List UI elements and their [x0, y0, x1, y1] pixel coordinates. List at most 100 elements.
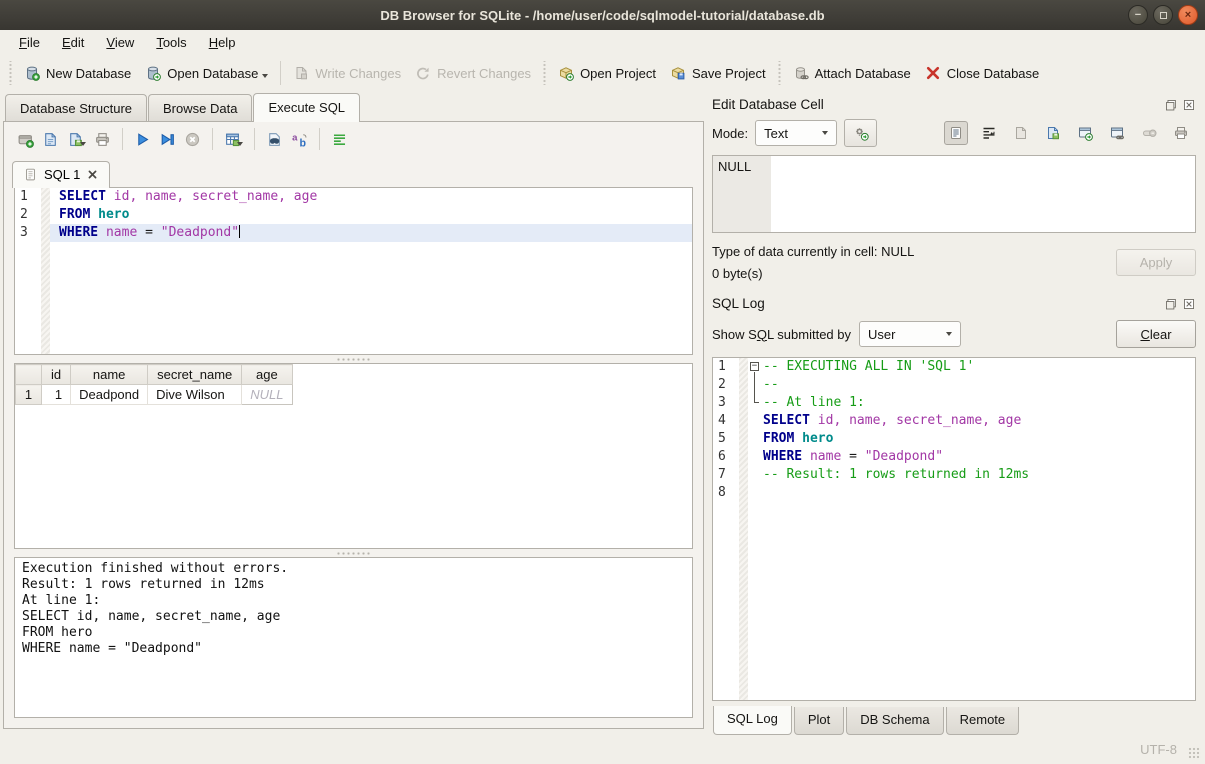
log-line[interactable]: 3-- At line 1:: [713, 394, 1195, 412]
open-external-button[interactable]: [1074, 122, 1096, 144]
float-panel-icon[interactable]: [1164, 297, 1178, 311]
toolbar-handle[interactable]: [777, 61, 782, 85]
fold-marker: [748, 412, 763, 430]
word-wrap-button[interactable]: [978, 122, 1000, 144]
table-cell[interactable]: Dive Wilson: [148, 385, 242, 405]
line-number: 1: [713, 358, 739, 376]
editor-line[interactable]: 3WHERE name = "Deadpond": [15, 224, 692, 242]
line-number: 4: [713, 412, 739, 430]
editor-results-splitter[interactable]: [4, 355, 703, 363]
cell-edit-area[interactable]: [771, 156, 1195, 232]
dropdown-caret-icon[interactable]: [80, 142, 86, 146]
attach-database-button[interactable]: Attach Database: [786, 60, 918, 86]
log-filter-label: Show SQL submitted by: [712, 327, 851, 342]
menu-edit[interactable]: Edit: [51, 32, 95, 53]
dropdown-caret-icon[interactable]: [237, 142, 243, 146]
menu-view[interactable]: View: [95, 32, 145, 53]
text-mode-button[interactable]: [944, 121, 968, 145]
corner-header[interactable]: [16, 365, 42, 385]
sql-log-dock-header: SQL Log: [711, 290, 1197, 316]
column-header-name[interactable]: name: [71, 365, 148, 385]
column-header-age[interactable]: age: [242, 365, 292, 385]
combobox-arrow-icon: [822, 131, 828, 135]
log-line[interactable]: 1−-- EXECUTING ALL IN 'SQL 1': [713, 358, 1195, 376]
line-number: 5: [713, 430, 739, 448]
maximize-button[interactable]: [1153, 5, 1173, 25]
table-cell[interactable]: Deadpond: [71, 385, 148, 405]
log-line[interactable]: 6WHERE name = "Deadpond": [713, 448, 1195, 466]
copy-link-button[interactable]: [1106, 122, 1128, 144]
dropdown-caret-icon[interactable]: [262, 74, 268, 78]
log-line[interactable]: 5FROM hero: [713, 430, 1195, 448]
close-button[interactable]: ×: [1178, 5, 1198, 25]
sql-editor[interactable]: 1SELECT id, name, secret_name, age2FROM …: [14, 187, 693, 355]
log-line[interactable]: 8: [713, 484, 1195, 502]
resize-grip-icon[interactable]: [1188, 747, 1201, 760]
line-number: 7: [713, 466, 739, 484]
save-sql-file-button[interactable]: [64, 128, 89, 151]
db-browser-window: DB Browser for SQLite - /home/user/code/…: [0, 0, 1205, 764]
new-sql-tab-button[interactable]: [14, 128, 37, 151]
fold-marker-start[interactable]: −: [748, 358, 763, 376]
print-cell-button[interactable]: [1170, 122, 1192, 144]
bottom-tab-plot[interactable]: Plot: [794, 707, 844, 735]
menu-help[interactable]: Help: [198, 32, 247, 53]
line-number: 3: [713, 394, 739, 412]
export-results-button[interactable]: [221, 128, 246, 151]
column-header-secret-name[interactable]: secret_name: [148, 365, 242, 385]
close-database-button[interactable]: Close Database: [918, 60, 1047, 86]
toolbar-handle[interactable]: [8, 61, 13, 85]
sql-tab[interactable]: SQL 1: [12, 161, 110, 188]
main-area: Database StructureBrowse DataExecute SQL…: [0, 91, 1205, 735]
replace-button[interactable]: ab: [288, 128, 311, 151]
column-header-id[interactable]: id: [42, 365, 71, 385]
save-project-button[interactable]: Save Project: [663, 60, 773, 86]
new-database-button[interactable]: New Database: [17, 60, 138, 86]
minimize-button[interactable]: −: [1128, 5, 1148, 25]
close-database-icon: [925, 65, 941, 81]
log-line[interactable]: 4SELECT id, name, secret_name, age: [713, 412, 1195, 430]
titlebar[interactable]: DB Browser for SQLite - /home/user/code/…: [0, 0, 1205, 30]
table-cell[interactable]: 1: [42, 385, 71, 405]
bottom-tab-db-schema[interactable]: DB Schema: [846, 707, 943, 735]
tab-browse-data[interactable]: Browse Data: [148, 94, 252, 121]
print-button[interactable]: [91, 128, 114, 151]
open-database-button[interactable]: Open Database: [138, 60, 275, 86]
svg-text:b: b: [300, 137, 307, 148]
menu-tools[interactable]: Tools: [145, 32, 197, 53]
mode-combobox[interactable]: Text: [755, 120, 837, 146]
log-line[interactable]: 7-- Result: 1 rows returned in 12ms: [713, 466, 1195, 484]
find-button[interactable]: [263, 128, 286, 151]
apply-format-button[interactable]: [844, 119, 877, 147]
editor-line[interactable]: 2FROM hero: [15, 206, 692, 224]
close-panel-icon[interactable]: [1182, 297, 1196, 311]
execute-all-button[interactable]: [131, 128, 154, 151]
row-header[interactable]: 1: [16, 385, 42, 405]
print-icon: [94, 131, 111, 148]
open-project-button[interactable]: Open Project: [551, 60, 663, 86]
fold-marker: [748, 484, 763, 502]
float-panel-icon[interactable]: [1164, 98, 1178, 112]
table-cell[interactable]: NULL: [242, 385, 292, 405]
open-sql-file-button[interactable]: [39, 128, 62, 151]
cell-editor-box[interactable]: NULL: [712, 155, 1196, 233]
log-filter-combobox[interactable]: User: [859, 321, 961, 347]
close-panel-icon[interactable]: [1182, 98, 1196, 112]
log-line[interactable]: 2--: [713, 376, 1195, 394]
clear-log-button[interactable]: Clear: [1116, 320, 1196, 348]
export-data-button[interactable]: [1042, 122, 1064, 144]
line-number: 2: [15, 206, 41, 224]
bottom-tab-sql-log[interactable]: SQL Log: [713, 706, 792, 735]
toolbar-handle[interactable]: [542, 61, 547, 85]
tab-database-structure[interactable]: Database Structure: [5, 94, 147, 121]
bottom-tab-remote[interactable]: Remote: [946, 707, 1020, 735]
sql-log-view[interactable]: 1−-- EXECUTING ALL IN 'SQL 1'2--3-- At l…: [712, 357, 1196, 701]
tab-execute-sql[interactable]: Execute SQL: [253, 93, 360, 122]
execute-line-button[interactable]: [156, 128, 179, 151]
menu-file[interactable]: File: [8, 32, 51, 53]
editor-line[interactable]: 1SELECT id, name, secret_name, age: [15, 188, 692, 206]
format-sql-button[interactable]: [328, 128, 351, 151]
results-message-splitter[interactable]: [4, 549, 703, 557]
sql-tab-close-icon[interactable]: [86, 168, 99, 181]
menubar: FileEditViewToolsHelp: [0, 30, 1205, 55]
